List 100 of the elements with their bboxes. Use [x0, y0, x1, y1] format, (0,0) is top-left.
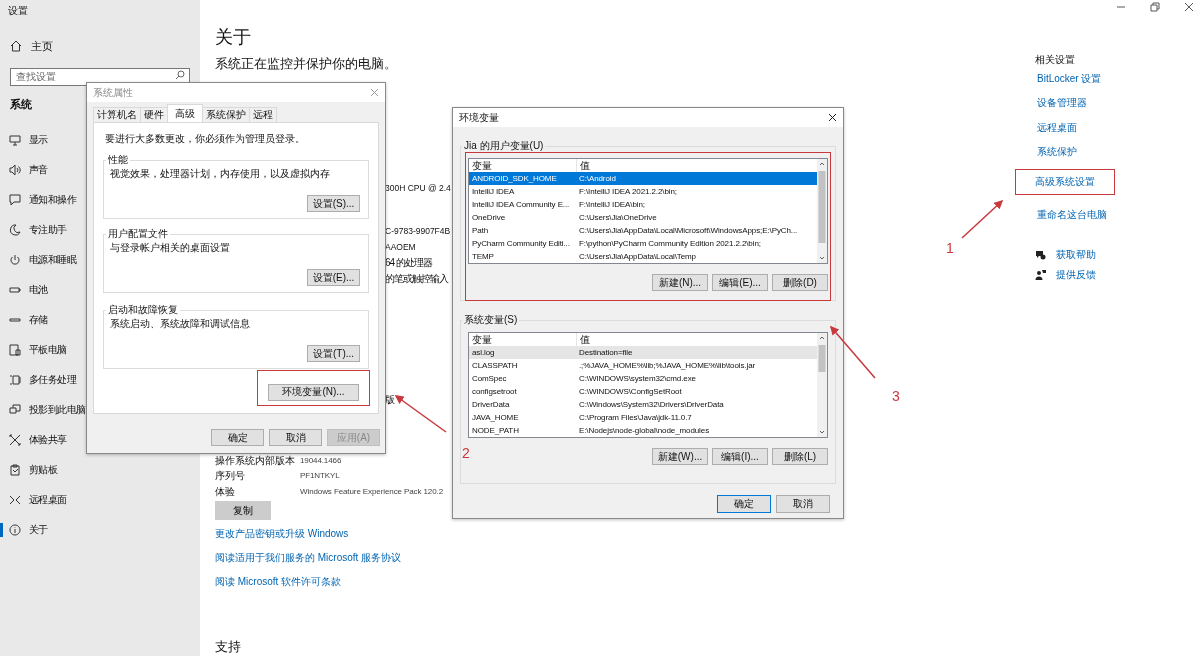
column-header[interactable]: 值	[577, 159, 590, 172]
dialog-button[interactable]: 确定	[717, 495, 771, 513]
link[interactable]: 更改产品密钥或升级 Windows	[215, 522, 1035, 546]
clipboard-icon	[9, 464, 21, 476]
sidebar-item[interactable]: 电池	[29, 283, 48, 297]
sidebar-item[interactable]: 声音	[29, 163, 48, 177]
variable-button[interactable]: 删除(D)	[772, 274, 828, 291]
annotation-arrow	[961, 200, 1004, 239]
variable-row[interactable]: PyCharm Community Editi... F:\python\PyCharm Community Edition 2021.2.2\bin;	[469, 237, 817, 250]
share-icon	[9, 434, 21, 446]
copy-button[interactable]: 复制	[215, 501, 271, 520]
variable-row[interactable]: ANDROID_SDK_HOME C:\Android	[469, 172, 817, 185]
group-description: 系统启动、系统故障和调试信息	[110, 317, 251, 331]
display-icon	[9, 134, 21, 146]
tab[interactable]: 系统保护	[202, 107, 250, 122]
info-icon	[9, 524, 21, 536]
variable-button[interactable]: 删除(L)	[772, 448, 828, 465]
spec-value: 64 的处理器	[385, 257, 432, 268]
annotation-number: 1	[946, 240, 954, 256]
window-title: 设置	[7, 4, 29, 18]
variable-row[interactable]: DriverData C:\Windows\System32\Drivers\DriverData	[469, 398, 817, 411]
battery-icon	[9, 284, 21, 296]
close-icon[interactable]	[1184, 1, 1194, 12]
group-title: 系统变量(S)	[463, 313, 519, 327]
variable-row[interactable]: asl.log Destination=file	[469, 346, 817, 359]
home-link[interactable]: 主页	[31, 38, 53, 54]
link[interactable]: 阅读 Microsoft 软件许可条款	[215, 570, 1035, 594]
chat-icon	[1035, 249, 1046, 261]
spec-value: 的笔或触控输入	[385, 272, 448, 284]
related-link[interactable]: 高级系统设置	[1017, 170, 1113, 193]
variable-row[interactable]: TEMP C:\Users\Jia\AppData\Local\Temp	[469, 250, 817, 263]
related-link[interactable]: 设备管理器	[1035, 92, 1089, 115]
variable-row[interactable]: NODE_PATH E:\Nodejs\node-global\node_modules	[469, 424, 817, 437]
variable-row[interactable]: ComSpec C:\WINDOWS\system32\cmd.exe	[469, 372, 817, 385]
tab[interactable]: 远程	[249, 107, 277, 122]
remote-icon	[9, 494, 21, 506]
dialog-button[interactable]: 取消	[269, 429, 322, 446]
search-field[interactable]: 查找设置	[10, 67, 190, 86]
column-header[interactable]: 值	[577, 333, 590, 346]
section-heading: 支持	[215, 638, 242, 656]
annotation-number: 3	[892, 388, 900, 404]
restore-icon[interactable]	[1150, 1, 1160, 12]
sidebar-item[interactable]: 剪贴板	[29, 463, 58, 477]
sidebar-item[interactable]: 存储	[29, 313, 48, 327]
group-description: 与登录帐户相关的桌面设置	[110, 241, 231, 255]
sidebar-item[interactable]: 显示	[29, 133, 48, 147]
section-heading: 系统	[10, 97, 33, 112]
tablet-icon	[9, 344, 21, 356]
settings-button[interactable]: 设置(E)...	[307, 269, 360, 286]
power-icon	[9, 254, 21, 266]
sidebar-item[interactable]: 体验共享	[29, 433, 67, 447]
home-icon	[10, 40, 22, 52]
sidebar-item[interactable]: 远程桌面	[29, 493, 67, 507]
dialog-button[interactable]: 取消	[776, 495, 830, 513]
admin-note: 要进行大多数更改，你必须作为管理员登录。	[105, 132, 306, 146]
settings-button[interactable]: 设置(T)...	[307, 345, 360, 362]
variable-row[interactable]: IntelliJ IDEA Community E... F:\IntelliJ IDEA\bin;	[469, 198, 817, 211]
group-title: 启动和故障恢复	[107, 303, 179, 317]
variable-button[interactable]: 新建(N)...	[652, 274, 708, 291]
help-link[interactable]: 提供反馈	[1056, 267, 1096, 282]
variable-row[interactable]: configsetroot C:\WINDOWS\ConfigSetRoot	[469, 385, 817, 398]
related-settings-heading: 相关设置	[1035, 53, 1076, 67]
moon-icon	[9, 224, 21, 236]
sidebar-item[interactable]: 投影到此电脑	[29, 403, 86, 417]
dialog-title: 系统属性	[93, 85, 133, 100]
variable-row[interactable]: JAVA_HOME C:\Program Files\Java\jdk-11.0.7	[469, 411, 817, 424]
related-link[interactable]: BitLocker 设置	[1035, 68, 1104, 90]
sidebar-item[interactable]: 关于	[29, 523, 48, 537]
related-link[interactable]: 远程桌面	[1035, 116, 1079, 139]
protection-status: 系统正在监控并保护你的电脑。	[215, 55, 398, 73]
group-title: 用户配置文件	[107, 227, 169, 241]
environment-variables-button[interactable]: 环境变量(N)...	[268, 383, 359, 401]
dialog-title: 环境变量	[459, 110, 499, 125]
help-link[interactable]: 获取帮助	[1056, 248, 1096, 263]
sidebar-item[interactable]: 专注助手	[29, 223, 67, 237]
sidebar-item[interactable]: 多任务处理	[29, 373, 76, 387]
spec-label: 序列号	[215, 469, 246, 483]
page-title: 关于	[215, 26, 252, 49]
tab[interactable]: 高级	[167, 104, 203, 122]
sidebar-item[interactable]: 通知和操作	[29, 193, 76, 207]
sidebar-item[interactable]: 电源和睡眠	[29, 253, 76, 267]
variable-row[interactable]: OneDrive C:\Users\Jia\OneDrive	[469, 211, 817, 224]
variable-button[interactable]: 编辑(E)...	[712, 274, 768, 291]
link[interactable]: 阅读适用于我们服务的 Microsoft 服务协议	[215, 546, 1035, 570]
tab[interactable]: 计算机名	[93, 107, 141, 122]
dialog-button[interactable]: 确定	[211, 429, 264, 446]
variable-row[interactable]: Path C:\Users\Jia\AppData\Local\Microsoft\WindowsApps;E:\PyCh...	[469, 224, 817, 237]
sidebar-item[interactable]: 平板电脑	[29, 343, 67, 357]
related-link[interactable]: 重命名这台电脑	[1035, 203, 1109, 226]
settings-button[interactable]: 设置(S)...	[307, 195, 360, 212]
spec-value: PF1NTKYL	[300, 470, 340, 482]
projector-icon	[9, 404, 21, 416]
tab[interactable]: 硬件	[140, 107, 168, 122]
variable-button[interactable]: 编辑(I)...	[712, 448, 768, 465]
close-icon[interactable]	[828, 113, 837, 122]
variable-button[interactable]: 新建(W)...	[652, 448, 708, 465]
variable-row[interactable]: IntelliJ IDEA F:\IntelliJ IDEA 2021.2.2\bin;	[469, 185, 817, 198]
group-title: Jia 的用户变量(U)	[463, 139, 545, 153]
related-link[interactable]: 系统保护	[1035, 141, 1079, 164]
variable-row[interactable]: CLASSPATH .;%JAVA_HOME%\lib;%JAVA_HOME%\lib\tools.jar	[469, 359, 817, 372]
